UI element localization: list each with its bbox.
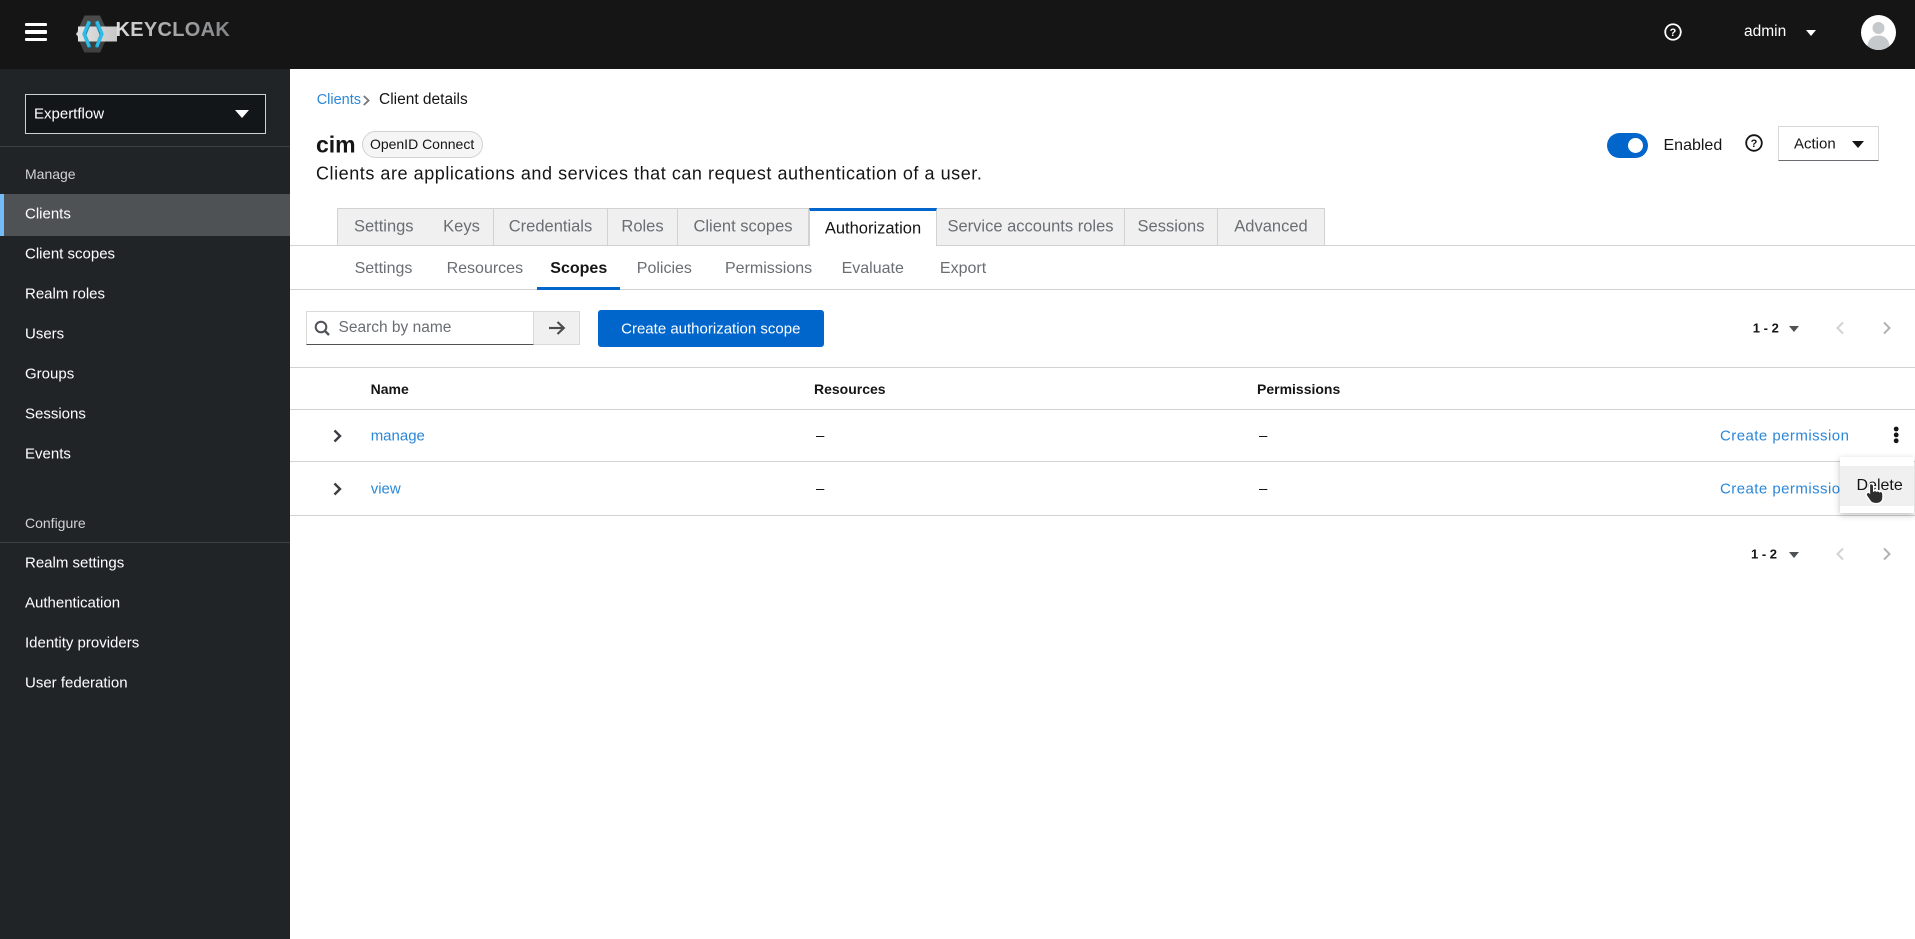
svg-text:?: ? <box>1669 26 1676 38</box>
svg-text:?: ? <box>1750 138 1757 150</box>
svg-text:KEYCLOAK: KEYCLOAK <box>116 19 231 41</box>
